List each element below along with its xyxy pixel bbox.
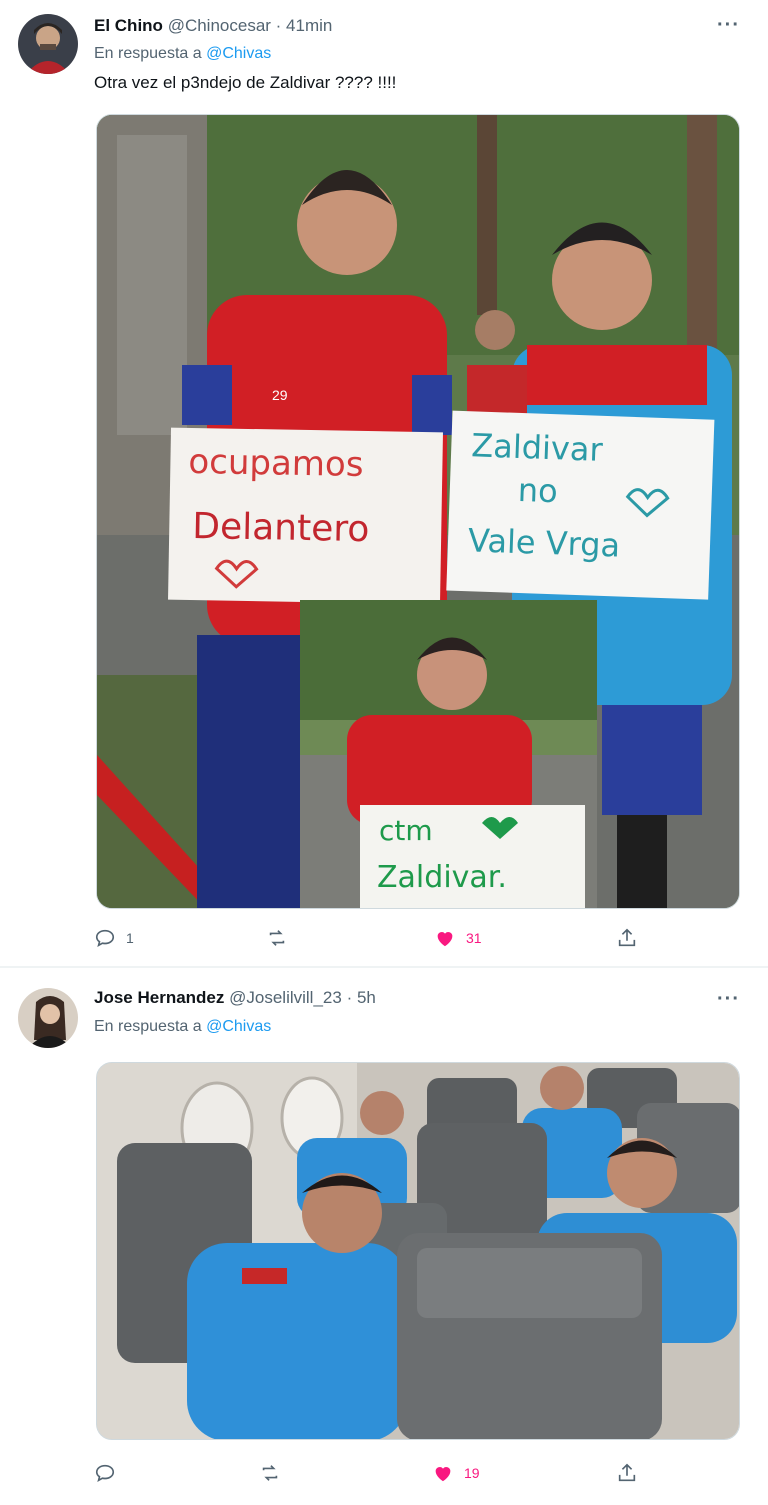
share-icon <box>618 928 636 947</box>
reply-count: 1 <box>126 930 134 946</box>
tweet-photo[interactable]: 29 ocupamos Delantero Zaldivar no Vale V… <box>96 114 740 909</box>
sign-text: Delantero <box>192 506 370 550</box>
tweet[interactable]: Jose Hernandez @Joselilvill_23 · 5h ··· … <box>0 968 768 1505</box>
share-button[interactable] <box>616 927 638 949</box>
like-count: 31 <box>466 930 482 946</box>
sign-text: no <box>517 471 558 510</box>
more-dots-icon[interactable]: ··· <box>717 988 740 1011</box>
reply-icon <box>95 1464 115 1483</box>
display-name[interactable]: Jose Hernandez <box>94 988 224 1007</box>
avatar[interactable] <box>18 988 78 1048</box>
display-name[interactable]: El Chino <box>94 16 163 35</box>
tweet[interactable]: El Chino @Chinocesar · 41min ··· En resp… <box>0 0 768 966</box>
tweet-actions: 1 31 <box>94 927 654 951</box>
user-handle[interactable]: @Joselilvill_23 <box>229 988 342 1007</box>
retweet-button[interactable] <box>266 927 298 949</box>
tweet-header: Jose Hernandez @Joselilvill_23 · 5h <box>94 988 376 1008</box>
retweet-icon <box>262 1465 278 1481</box>
like-count: 19 <box>464 1465 480 1481</box>
retweet-icon <box>269 930 285 946</box>
timestamp[interactable]: · 5h <box>347 988 376 1007</box>
timestamp[interactable]: · 41min <box>276 16 333 35</box>
like-button[interactable]: 31 <box>434 927 482 949</box>
share-icon <box>618 1463 636 1482</box>
retweet-button[interactable] <box>259 1462 291 1484</box>
avatar[interactable] <box>18 14 78 74</box>
tweet-header: El Chino @Chinocesar · 41min <box>94 16 332 36</box>
sign-text: Zaldivar. <box>377 860 507 895</box>
tweet-actions: 19 <box>94 1462 654 1486</box>
reply-prefix: En respuesta a <box>94 45 202 62</box>
sign-text: Zaldivar <box>471 426 604 469</box>
heart-filled-icon <box>437 932 453 947</box>
reply-mention-link[interactable]: @Chivas <box>206 1018 271 1035</box>
more-dots-icon[interactable]: ··· <box>717 14 740 37</box>
sign-text: Vale Vrga <box>467 521 620 564</box>
reply-button[interactable] <box>94 1462 126 1484</box>
reply-mention-link[interactable]: @Chivas <box>206 45 271 62</box>
reply-context: En respuesta a @Chivas <box>94 1018 271 1036</box>
reply-context: En respuesta a @Chivas <box>94 45 271 63</box>
tweet-text: Otra vez el p3ndejo de Zaldivar ???? !!!… <box>94 73 397 92</box>
user-handle[interactable]: @Chinocesar <box>168 16 271 35</box>
reply-icon <box>95 929 115 948</box>
jersey-number: 29 <box>272 387 288 403</box>
reply-button[interactable]: 1 <box>94 927 134 949</box>
reply-prefix: En respuesta a <box>94 1018 202 1035</box>
tweet-photo[interactable] <box>96 1062 740 1440</box>
sign-text: ctm <box>379 814 433 847</box>
heart-filled-icon <box>435 1467 451 1482</box>
sign-text: ocupamos <box>188 442 364 485</box>
share-button[interactable] <box>616 1462 638 1484</box>
like-button[interactable]: 19 <box>432 1462 480 1484</box>
